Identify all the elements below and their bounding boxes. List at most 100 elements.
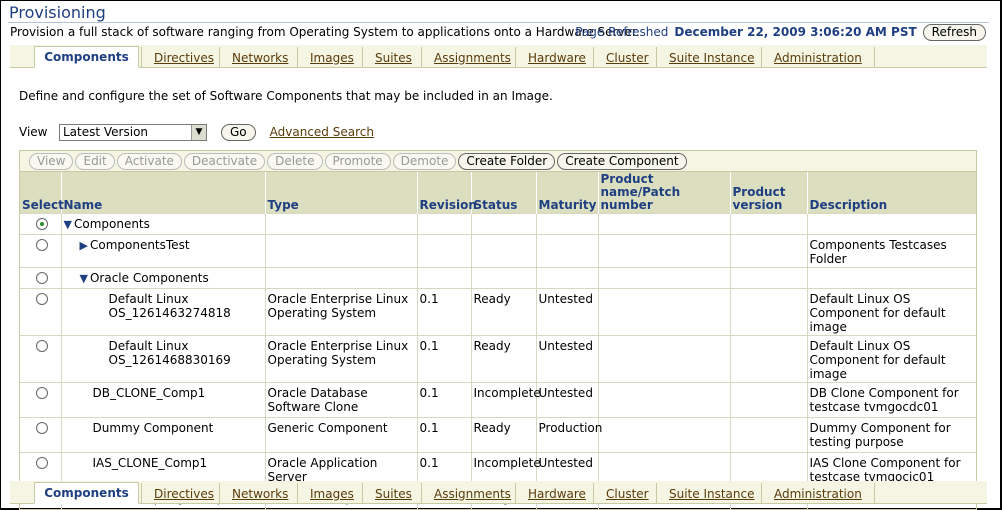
- page-frame: Provisioning Provision a full stack of s…: [0, 0, 1002, 510]
- row-select-radio[interactable]: [36, 272, 48, 284]
- row-select-radio[interactable]: [36, 422, 48, 434]
- refresh-button[interactable]: Refresh: [922, 23, 986, 41]
- tab-images[interactable]: Images: [297, 483, 366, 504]
- create-component-button[interactable]: Create Component: [557, 152, 687, 170]
- col-name[interactable]: Name: [61, 172, 266, 214]
- table-row: Default Linux OS_1261463274818 Oracle En…: [20, 288, 976, 336]
- row-status: Ready: [471, 417, 537, 453]
- tab-images[interactable]: Images: [297, 47, 366, 68]
- col-product-name[interactable]: Product name/Patch number: [598, 172, 731, 214]
- row-maturity: Production: [536, 417, 602, 453]
- row-select-radio[interactable]: [36, 340, 48, 352]
- tab-suites[interactable]: Suites: [362, 483, 424, 504]
- intro-text: Define and configure the set of Software…: [19, 89, 553, 103]
- promote-button[interactable]: Promote: [324, 152, 391, 170]
- advanced-search-link[interactable]: Advanced Search: [270, 125, 374, 139]
- view-button[interactable]: View: [29, 152, 74, 170]
- col-description[interactable]: Description: [807, 172, 976, 214]
- tab-cluster[interactable]: Cluster: [593, 483, 661, 504]
- row-revision: [417, 234, 472, 268]
- components-table: Select Name Type Revision Status Maturit…: [20, 172, 976, 509]
- col-product-version[interactable]: Product version: [730, 172, 808, 214]
- delete-button[interactable]: Delete: [267, 152, 323, 170]
- row-maturity: [536, 213, 599, 235]
- expanded-triangle-icon[interactable]: ▼: [80, 272, 88, 286]
- row-description: Default Linux OS Component for default i…: [807, 288, 976, 336]
- row-select-radio[interactable]: [36, 457, 48, 469]
- demote-button[interactable]: Demote: [392, 152, 457, 170]
- row-product-version: [730, 382, 808, 418]
- collapsed-triangle-icon[interactable]: ▶: [80, 239, 88, 253]
- refreshed-label: Page Refreshed: [575, 25, 669, 39]
- activate-button[interactable]: Activate: [116, 152, 182, 170]
- view-select-value: Latest Version: [63, 125, 149, 139]
- col-maturity[interactable]: Maturity: [536, 172, 599, 214]
- go-button[interactable]: Go: [221, 123, 256, 141]
- row-product-name: [598, 234, 731, 268]
- tab-suites[interactable]: Suites: [362, 47, 424, 68]
- row-description: Default Linux OS Component for default i…: [807, 335, 976, 383]
- tab-directives[interactable]: Directives: [141, 47, 226, 68]
- tab-assignments[interactable]: Assignments: [421, 483, 523, 504]
- tab-components[interactable]: Components: [34, 46, 139, 68]
- tab-networks[interactable]: Networks: [219, 47, 300, 68]
- row-maturity: Untested: [536, 335, 599, 383]
- row-status: [471, 213, 537, 235]
- row-select-radio[interactable]: [36, 387, 48, 399]
- row-product-version: [730, 213, 808, 235]
- create-folder-button[interactable]: Create Folder: [458, 152, 556, 170]
- row-product-name: [598, 335, 731, 383]
- col-status[interactable]: Status: [471, 172, 537, 214]
- row-maturity: Untested: [536, 382, 599, 418]
- tab-cluster[interactable]: Cluster: [593, 47, 661, 68]
- row-type: Oracle Enterprise Linux Operating System: [265, 288, 418, 336]
- row-type: Oracle Enterprise Linux Operating System: [265, 335, 418, 383]
- tab-directives[interactable]: Directives: [141, 483, 226, 504]
- tab-assignments[interactable]: Assignments: [421, 47, 523, 68]
- row-select-radio[interactable]: [36, 239, 48, 251]
- tab-networks[interactable]: Networks: [219, 483, 300, 504]
- refreshed-date: December 22, 2009 3:06:20 AM PST: [674, 25, 917, 39]
- row-name: Components: [73, 217, 150, 231]
- view-select[interactable]: Latest Version ▼: [59, 123, 207, 141]
- row-product-version: [730, 267, 808, 289]
- row-description: [807, 267, 976, 289]
- row-status: [471, 267, 537, 289]
- row-status: Ready: [471, 288, 537, 336]
- row-status: [471, 234, 537, 268]
- chevron-down-icon[interactable]: ▼: [191, 124, 206, 140]
- row-revision: 0.1: [417, 417, 472, 453]
- row-product-version: [730, 234, 808, 268]
- tab-suite-instance[interactable]: Suite Instance: [656, 483, 767, 504]
- row-select-radio[interactable]: [36, 218, 48, 230]
- tab-hardware[interactable]: Hardware: [515, 483, 598, 504]
- row-product-name: [598, 267, 731, 289]
- row-maturity: [536, 234, 599, 268]
- row-name: Default Linux OS_1261463274818: [61, 288, 266, 336]
- col-revision[interactable]: Revision: [417, 172, 477, 214]
- row-revision: 0.1: [417, 335, 472, 383]
- top-tab-bar: Components Directives Networks Images Su…: [10, 45, 987, 68]
- expanded-triangle-icon[interactable]: ▼: [64, 218, 72, 232]
- table-header-row: Select Name Type Revision Status Maturit…: [20, 172, 976, 214]
- row-product-name: [598, 382, 731, 418]
- tab-hardware[interactable]: Hardware: [515, 47, 598, 68]
- bottom-tab-bar: Components Directives Networks Images Su…: [10, 481, 987, 504]
- row-status: Incomplete: [471, 382, 541, 418]
- tab-suite-instance[interactable]: Suite Instance: [656, 47, 767, 68]
- tab-administration[interactable]: Administration: [761, 47, 875, 68]
- row-name: ComponentsTest: [89, 238, 190, 252]
- col-type[interactable]: Type: [265, 172, 418, 214]
- tab-components[interactable]: Components: [34, 482, 139, 504]
- row-product-name: [598, 417, 731, 453]
- row-product-version: [730, 335, 808, 383]
- page-title: Provisioning: [9, 3, 106, 22]
- deactivate-button[interactable]: Deactivate: [183, 152, 266, 170]
- tab-administration[interactable]: Administration: [761, 483, 875, 504]
- row-name: DB_CLONE_Comp1: [61, 382, 266, 418]
- view-label: View: [19, 125, 48, 139]
- row-select-radio[interactable]: [36, 293, 48, 305]
- row-name: Dummy Component: [61, 417, 266, 453]
- row-product-version: [730, 288, 808, 336]
- edit-button[interactable]: Edit: [75, 152, 115, 170]
